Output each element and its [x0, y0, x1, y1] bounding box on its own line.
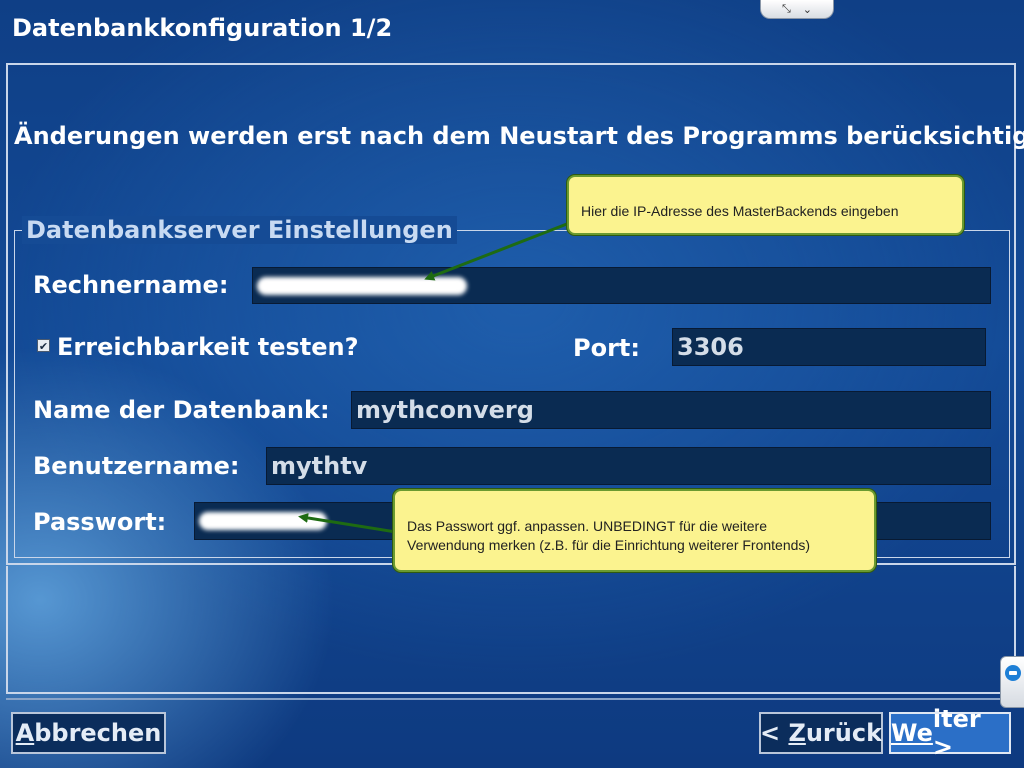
cancel-label: bbrechen — [34, 719, 162, 747]
password-label: Passwort: — [33, 508, 167, 536]
hostname-input[interactable] — [252, 267, 991, 304]
teamviewer-icon — [1005, 665, 1021, 681]
back-prefix: < — [759, 719, 789, 747]
teamviewer-side-widget[interactable] — [1000, 656, 1024, 708]
hostname-label: Rechnername: — [33, 271, 229, 299]
password-hint-line2: Verwendung merken (z.B. für die Einricht… — [407, 537, 811, 553]
reachability-checkbox[interactable]: ✔ — [37, 339, 50, 353]
next-label: iter > — [932, 705, 981, 761]
chevron-down-icon: ⌄ — [802, 2, 813, 16]
cancel-accel: A — [15, 719, 35, 747]
username-label: Benutzername: — [33, 452, 240, 480]
next-accel: We — [891, 719, 933, 747]
hostname-hint-text: Hier die IP-Adresse des MasterBackends e… — [581, 203, 899, 219]
dbname-input[interactable]: mythconverg — [351, 391, 991, 429]
cancel-button[interactable]: Abbrechen — [11, 712, 166, 754]
top-pull-tab[interactable]: ⤡ ⌄ — [760, 0, 834, 19]
port-label: Port: — [573, 334, 640, 362]
back-button[interactable]: < Zurück — [759, 712, 883, 754]
window-title: Datenbankkonfiguration 1/2 — [12, 14, 393, 42]
reachability-label[interactable]: Erreichbarkeit testen? — [57, 333, 359, 361]
dbname-label: Name der Datenbank: — [33, 396, 330, 424]
username-input[interactable]: mythtv — [266, 447, 991, 485]
redacted-value — [199, 512, 327, 530]
password-hint-line1: Das Passwort ggf. anpassen. UNBEDINGT fü… — [407, 518, 768, 534]
password-hint-callout: Das Passwort ggf. anpassen. UNBEDINGT fü… — [393, 489, 876, 572]
resize-icon: ⤡ — [781, 2, 791, 15]
restart-notice: Änderungen werden erst nach dem Neustart… — [14, 122, 1024, 150]
port-input[interactable]: 3306 — [672, 328, 986, 366]
back-label: urück — [805, 719, 883, 747]
hostname-hint-callout: Hier die IP-Adresse des MasterBackends e… — [567, 175, 964, 235]
redacted-value — [257, 276, 467, 295]
lower-frame — [6, 566, 1016, 694]
bottom-separator — [6, 698, 1016, 700]
next-button[interactable]: We iter > — [889, 705, 1011, 761]
back-accel: Z — [788, 719, 806, 747]
groupbox-title: Datenbankserver Einstellungen — [22, 216, 457, 244]
